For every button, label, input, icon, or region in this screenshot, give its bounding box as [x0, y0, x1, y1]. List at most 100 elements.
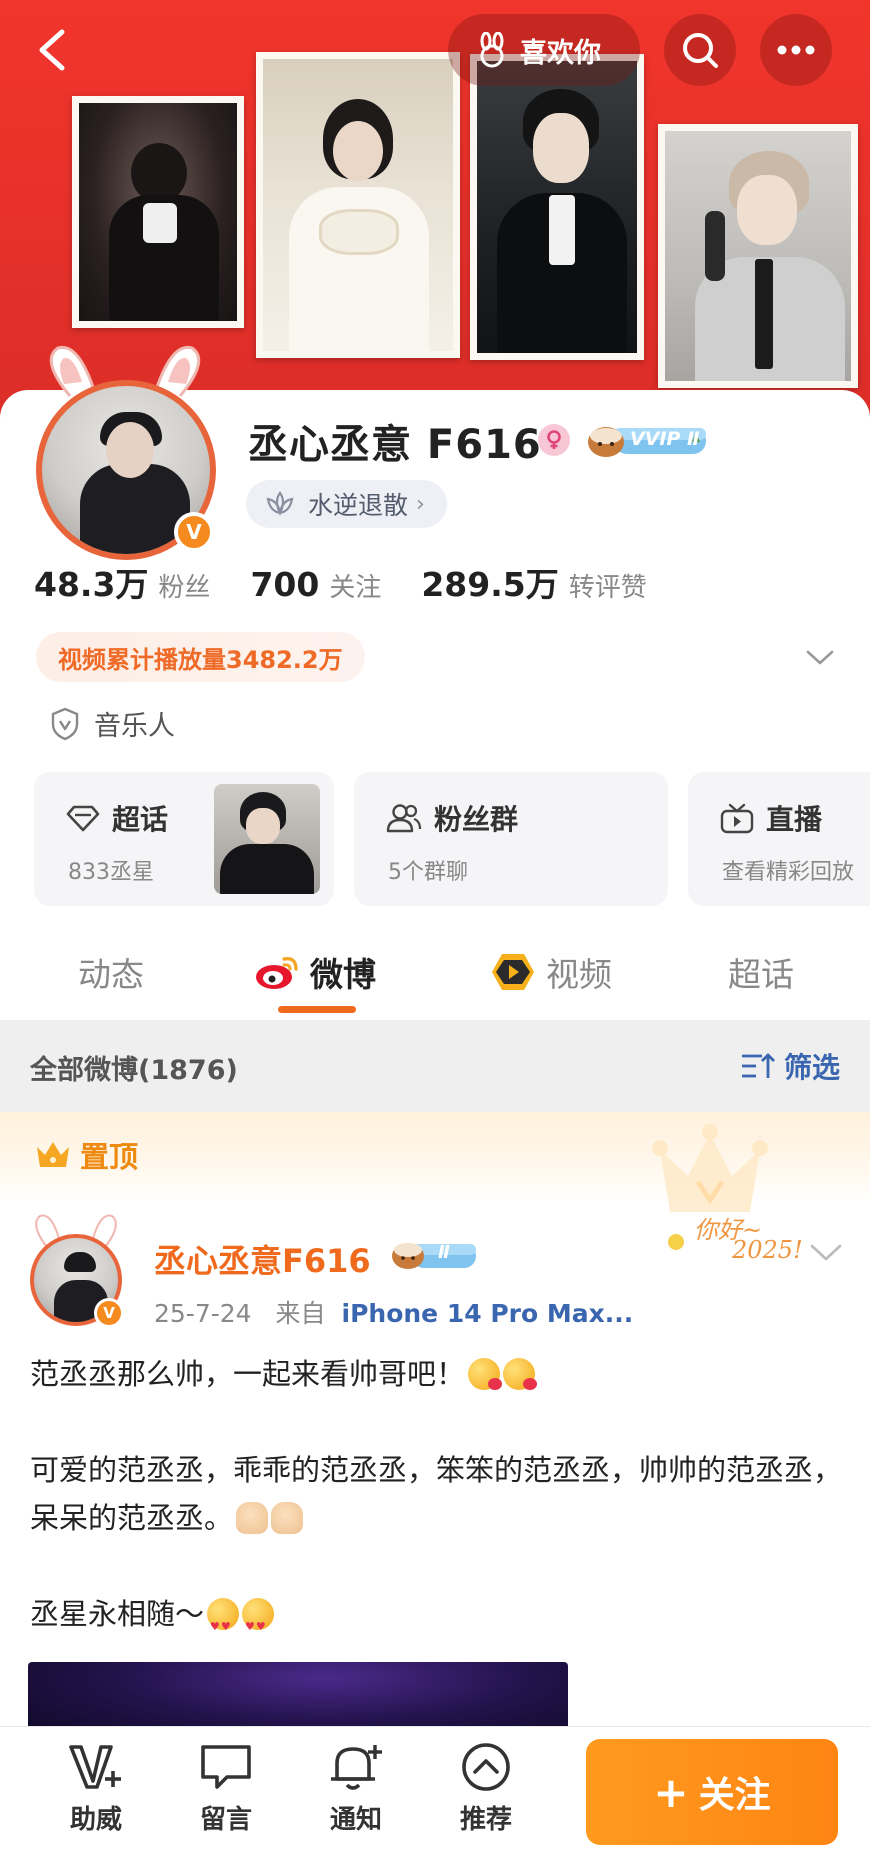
- post-content: 范丞丞那么帅，一起来看帅哥吧！ 可爱的范丞丞，乖乖的范丞丞，笨笨的范丞丞，帅帅的…: [30, 1350, 850, 1686]
- cheer-v-plus-icon: [69, 1745, 121, 1789]
- stat-following[interactable]: 700 关注: [250, 565, 381, 604]
- stat-interactions[interactable]: 289.5万 转评赞: [421, 558, 646, 606]
- tv-play-icon: [720, 803, 754, 834]
- group-tag-pill[interactable]: 水逆退散 ›: [246, 480, 447, 528]
- fan-group-title: 粉丝群: [434, 803, 519, 836]
- post-text: 范丞丞那么帅，一起来看帅哥吧！: [30, 1357, 466, 1391]
- post-author-name[interactable]: 丞心丞意F616: [154, 1236, 371, 1282]
- verified-badge: V: [94, 1298, 124, 1328]
- tab-label: 微博: [310, 955, 376, 994]
- notify-label: 通知: [329, 1805, 382, 1835]
- recommend-label: 推荐: [459, 1805, 512, 1835]
- active-tab-indicator: [278, 1006, 356, 1013]
- stat-label: 关注: [329, 573, 382, 603]
- live-subtitle: 查看精彩回放: [722, 860, 855, 885]
- supertopic-thumbnail: [214, 784, 320, 894]
- video-hexagon-icon: [492, 954, 534, 990]
- like-you-button[interactable]: 喜欢你: [448, 14, 640, 86]
- diamond-icon: [66, 805, 100, 832]
- bunny-icon: [480, 32, 504, 68]
- post-from-label: 来自: [275, 1299, 326, 1328]
- search-icon: [683, 33, 718, 68]
- tab-label: 超话: [728, 955, 794, 994]
- shield-icon: [51, 707, 79, 740]
- female-gender-icon: [538, 424, 570, 456]
- expand-profile-button[interactable]: [800, 638, 840, 678]
- blush-emoji-icon: [468, 1358, 503, 1390]
- role-tag: 音乐人: [50, 704, 175, 743]
- follow-button[interactable]: + 关注: [586, 1739, 838, 1845]
- post-avatar-area[interactable]: V: [26, 1212, 126, 1332]
- stat-label: 转评赞: [568, 573, 647, 603]
- chevron-up-circle-icon: [462, 1743, 510, 1791]
- post-menu-button[interactable]: [808, 1242, 848, 1272]
- live-card[interactable]: 直播 查看精彩回放: [688, 772, 870, 906]
- stat-label: 粉丝: [158, 573, 211, 603]
- fan-group-card[interactable]: 粉丝群 5个群聊: [354, 772, 668, 906]
- post-text: 可爱的范丞丞，乖乖的范丞丞，笨笨的范丞丞，帅帅的范丞丞，呆呆的范丞丞。: [30, 1453, 843, 1535]
- like-you-label: 喜欢你: [520, 37, 601, 69]
- post-level-label: Ⅱ: [438, 1242, 450, 1263]
- verified-badge: V: [174, 512, 214, 552]
- filter-label: 筛选: [784, 1051, 841, 1084]
- tab-supertopic[interactable]: 超话: [728, 948, 794, 996]
- new-year-line-2: 2025!: [732, 1236, 803, 1264]
- supertopic-card[interactable]: 超话 833丞星: [34, 772, 334, 906]
- tab-label: 动态: [78, 955, 144, 994]
- filter-sort-icon: [742, 1053, 775, 1078]
- live-title: 直播: [766, 803, 823, 836]
- chevron-down-icon: [806, 650, 834, 665]
- finger-heart-emoji-icon: [271, 1502, 304, 1534]
- blush-emoji-icon: [503, 1358, 538, 1390]
- level-badge-icon: [392, 1243, 476, 1269]
- supertopic-title: 超话: [112, 803, 169, 836]
- follow-label: 关注: [698, 1775, 771, 1816]
- chevron-down-icon: [810, 1244, 842, 1261]
- video-plays-badge: 视频累计播放量3482.2万: [36, 632, 365, 682]
- back-button[interactable]: [22, 20, 82, 80]
- post-date: 25-7-24: [154, 1299, 252, 1328]
- notify-button[interactable]: 通知: [306, 1741, 406, 1836]
- recommend-button[interactable]: 推荐: [436, 1741, 536, 1836]
- stat-number: 289.5万: [421, 565, 559, 604]
- filter-button[interactable]: 筛选: [740, 1046, 840, 1086]
- message-label: 留言: [199, 1805, 252, 1835]
- post-paragraph: 可爱的范丞丞，乖乖的范丞丞，笨笨的范丞丞，帅帅的范丞丞，呆呆的范丞丞。: [30, 1446, 850, 1542]
- tab-weibo[interactable]: 微博: [254, 948, 376, 996]
- tab-video[interactable]: 视频: [490, 948, 612, 996]
- new-year-decoration: 你好~ 2025!: [656, 1204, 816, 1268]
- pinned-banner: 置顶: [0, 1112, 870, 1212]
- stat-followers[interactable]: 48.3万 粉丝: [34, 558, 210, 606]
- post-source[interactable]: iPhone 14 Pro Max...: [342, 1299, 634, 1328]
- stat-number: 48.3万: [34, 565, 149, 604]
- profile-avatar-area[interactable]: V: [30, 340, 220, 560]
- heart-eyes-emoji-icon: [242, 1598, 275, 1651]
- pinned-tag: 置顶: [34, 1134, 138, 1176]
- post-filter-bar: 全部微博(1876) 筛选: [0, 1020, 870, 1112]
- pinned-label: 置顶: [80, 1140, 139, 1174]
- post-paragraph: 丞星永相随～: [30, 1590, 850, 1651]
- vvip-badge[interactable]: VVIP Ⅱ: [584, 422, 710, 460]
- search-button[interactable]: [664, 14, 736, 86]
- banner-photo-1: [72, 96, 244, 328]
- banner-photo-4: [658, 124, 858, 388]
- cheer-button[interactable]: 助威: [46, 1741, 146, 1836]
- cheer-label: 助威: [69, 1805, 122, 1835]
- post-text: 丞星永相随～: [30, 1597, 205, 1631]
- crown-icon: [37, 1142, 69, 1167]
- banner-photo-3: [470, 54, 644, 360]
- group-users-icon: [386, 804, 422, 833]
- back-icon: [39, 29, 65, 71]
- message-button[interactable]: 留言: [176, 1741, 276, 1836]
- sparkle-icon: [668, 1234, 684, 1250]
- vvip-label: VVIP Ⅱ: [630, 428, 700, 450]
- lotus-icon: [266, 491, 294, 516]
- post-paragraph: 范丞丞那么帅，一起来看帅哥吧！: [30, 1350, 850, 1398]
- banner-photo-2: [256, 52, 460, 358]
- plus-icon: +: [653, 1767, 689, 1817]
- supertopic-subtitle: 833丞星: [68, 860, 154, 885]
- more-button[interactable]: [760, 14, 832, 86]
- post-meta: 25-7-24 来自 iPhone 14 Pro Max...: [154, 1294, 633, 1330]
- message-bubble-icon: [201, 1745, 251, 1789]
- tab-dynamics[interactable]: 动态: [78, 948, 144, 996]
